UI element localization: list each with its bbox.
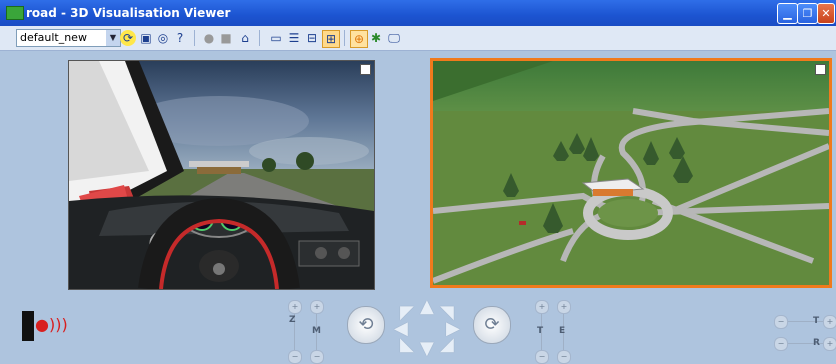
t-plus-button[interactable]: + [535,300,549,314]
tr-minus-button[interactable]: − [774,315,788,329]
stop-icon[interactable]: ■ [218,30,234,46]
view-toggle-checkbox[interactable] [815,64,826,75]
e-plus-button[interactable]: + [557,300,571,314]
cockpit-scene [69,61,374,289]
refresh-icon[interactable]: ⟳ [120,30,136,46]
save-icon[interactable]: ▣ [138,30,154,46]
m-minus-button[interactable]: − [310,350,324,364]
e-label: E [559,326,566,336]
view-select[interactable]: default_new ▼ [16,29,121,47]
m-label: M [312,326,321,336]
database-icon[interactable]: ◎ [155,30,171,46]
r-minus-button[interactable]: − [774,337,788,351]
m-plus-button[interactable]: + [310,300,324,314]
maximize-button[interactable]: ❐ [797,3,818,24]
title-bar: road - 3D Visualisation Viewer ▁ ❐ ✕ [0,0,836,26]
t-label: T [537,326,544,336]
view-toggle-checkbox[interactable] [360,64,371,75]
layout-single-icon[interactable]: ▭ [268,30,284,46]
view-select-value: default_new [20,31,87,44]
arrow-up-icon[interactable]: ▲ [420,296,434,317]
cockpit-view[interactable] [68,60,375,290]
e-minus-button[interactable]: − [557,350,571,364]
rotate-right-button[interactable]: ⟳ [473,306,511,344]
minimize-button[interactable]: ▁ [777,3,798,24]
display-icon[interactable]: 🖵 [386,30,402,46]
home-icon[interactable]: ⌂ [237,30,253,46]
toolbar: default_new ▼ ⟳ ▣ ◎ ? ● ■ ⌂ ▭ ☰ ⊟ ⊞ ⊕ ✱ … [0,26,836,51]
record-icon[interactable]: ● [201,30,217,46]
t-minus-button[interactable]: − [535,350,549,364]
satellite-icon[interactable]: ✱ [368,30,384,46]
target-icon[interactable]: ⊕ [350,30,368,48]
help-icon[interactable]: ? [172,30,188,46]
speaker-icon [22,311,34,341]
toolbar-separator [194,30,195,46]
zoom-plus-button[interactable]: + [288,300,302,314]
layout-quad-icon[interactable]: ⊟ [304,30,320,46]
sound-waves-icon: ●))) [35,315,68,334]
close-button[interactable]: ✕ [817,3,835,24]
sound-toggle[interactable]: ●))) [22,309,68,343]
tr-label: T [813,316,820,326]
pan-pad[interactable]: ◤ ▲ ◥ ◀ ▶ ◣ ▼ ◢ [392,296,462,359]
layout-grid-icon[interactable]: ⊞ [322,30,340,48]
app-icon [6,6,24,20]
chevron-down-icon[interactable]: ▼ [106,30,120,46]
zoom-minus-button[interactable]: − [288,350,302,364]
r-label: R [813,338,820,348]
arrow-down-right-icon[interactable]: ◢ [440,334,454,355]
layout-horizontal-icon[interactable]: ☰ [286,30,302,46]
rotate-left-button[interactable]: ⟲ [347,306,385,344]
overview-view[interactable] [430,58,832,288]
tr-plus-button[interactable]: + [823,315,836,329]
window-title: road - 3D Visualisation Viewer [26,6,231,20]
overview-scene [433,61,829,285]
arrow-down-left-icon[interactable]: ◣ [400,334,414,355]
r-plus-button[interactable]: + [823,337,836,351]
arrow-down-icon[interactable]: ▼ [420,338,434,359]
zoom-label: Z [289,315,296,325]
toolbar-separator [344,30,345,46]
toolbar-separator [259,30,260,46]
